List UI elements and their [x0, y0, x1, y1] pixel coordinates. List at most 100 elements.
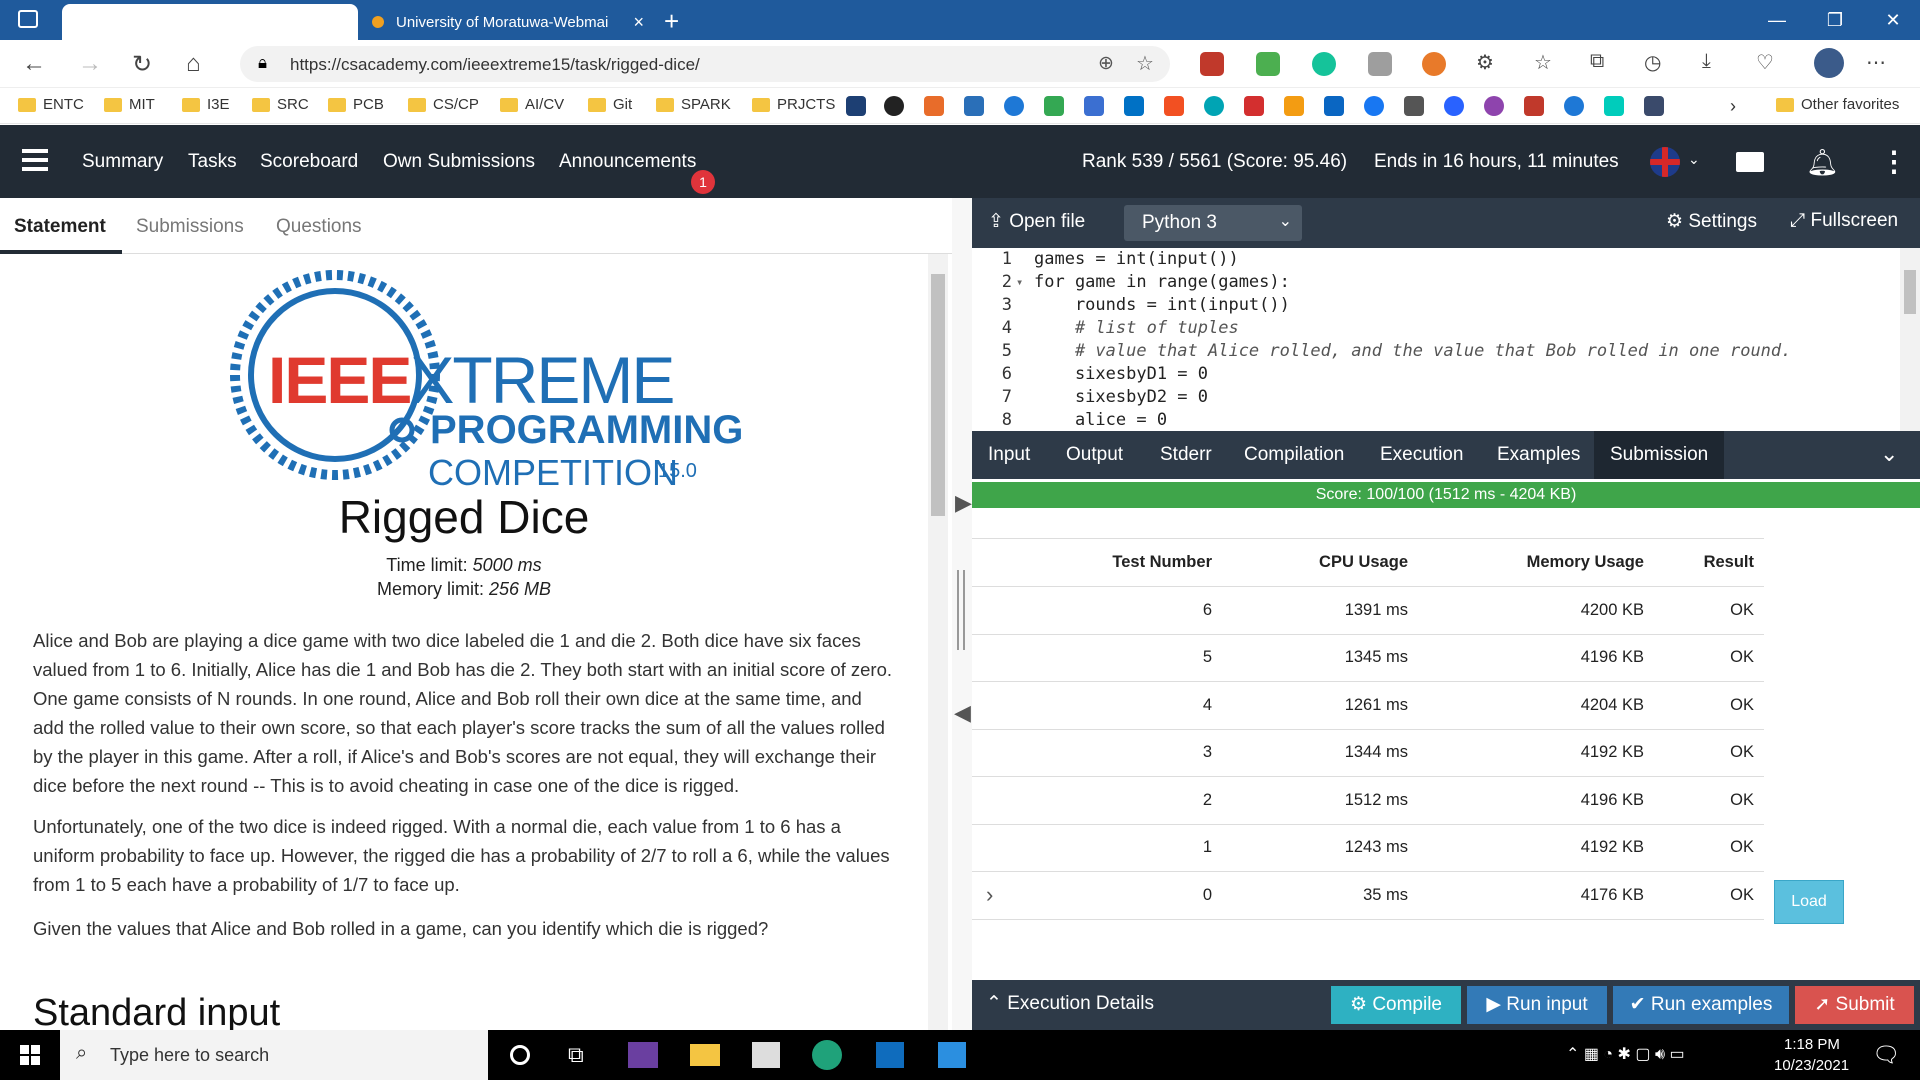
- scrollbar-thumb[interactable]: [1904, 270, 1916, 314]
- favorite-folder[interactable]: Git: [588, 96, 632, 113]
- minimize-icon[interactable]: —: [1748, 0, 1806, 40]
- home-icon[interactable]: ⌂: [186, 50, 201, 78]
- github-favicon-icon[interactable]: [884, 96, 904, 116]
- collapse-left-icon[interactable]: ◀: [954, 700, 971, 726]
- ublock-icon[interactable]: [1200, 52, 1224, 76]
- task-view-icon[interactable]: ⧉: [568, 1042, 584, 1068]
- favorite-folder[interactable]: ENTC: [18, 96, 84, 113]
- favorite-star-icon[interactable]: ☆: [1136, 51, 1154, 76]
- new-tab-button[interactable]: +: [664, 6, 679, 37]
- file-explorer-icon[interactable]: [690, 1044, 720, 1066]
- restore-icon[interactable]: ❐: [1806, 0, 1864, 40]
- gmail-favicon-icon[interactable]: [846, 96, 866, 116]
- facebook-favicon-icon[interactable]: [1364, 96, 1384, 116]
- notification-center-icon[interactable]: 🗨︎: [1872, 1042, 1900, 1068]
- browser-tab[interactable]: University of Moratuwa-Webmai ×: [360, 4, 656, 40]
- other-favorites-folder[interactable]: Other favorites: [1776, 96, 1899, 113]
- scrollbar-thumb[interactable]: [931, 274, 945, 516]
- execution-details-button[interactable]: ⌃ Execution Details: [986, 992, 1154, 1015]
- downloads-icon[interactable]: ⤓: [1702, 50, 1711, 73]
- favicon-blue-icon[interactable]: [1084, 96, 1104, 116]
- expand-row-icon[interactable]: ›: [986, 882, 993, 908]
- browser-essentials-icon[interactable]: ♡: [1756, 50, 1774, 75]
- researchgate-favicon-icon[interactable]: [1604, 96, 1624, 116]
- nav-summary[interactable]: Summary: [82, 151, 163, 173]
- settings-button[interactable]: ⚙ Settings: [1666, 210, 1757, 233]
- tab-questions[interactable]: Questions: [276, 216, 362, 238]
- forward-icon[interactable]: →: [78, 50, 102, 78]
- taskbar-search[interactable]: ⌕ Type here to search: [60, 1030, 488, 1080]
- favicon-c-icon[interactable]: [1444, 96, 1464, 116]
- address-bar[interactable]: 🔒︎ https://csacademy.com/ieeextreme15/ta…: [240, 46, 1170, 82]
- drive-favicon-icon[interactable]: [1044, 96, 1064, 116]
- fullscreen-button[interactable]: ⤢ Fullscreen: [1790, 210, 1898, 232]
- language-select[interactable]: Python 3 ⌄: [1124, 205, 1302, 241]
- linkedin-favicon-icon[interactable]: [1324, 96, 1344, 116]
- chevron-down-icon[interactable]: ⌄: [1688, 151, 1700, 168]
- vscode-icon[interactable]: [938, 1042, 966, 1068]
- favorite-folder[interactable]: SRC: [252, 96, 309, 113]
- mail-icon[interactable]: [1736, 152, 1764, 172]
- close-window-icon[interactable]: ✕: [1864, 0, 1920, 40]
- favorite-folder[interactable]: MIT: [104, 96, 155, 113]
- favorites-icon[interactable]: ☆: [1534, 50, 1552, 75]
- intel-favicon-icon[interactable]: [1124, 96, 1144, 116]
- favorite-folder[interactable]: I3E: [182, 96, 230, 113]
- browser-tab-active[interactable]: ⅄ Rigged Dice IEEEXtreme 15.0 ×: [62, 4, 358, 40]
- extensions-icon[interactable]: ⚙: [1476, 50, 1494, 75]
- collapse-right-icon[interactable]: ▶: [955, 490, 972, 516]
- app-matlab-icon[interactable]: [628, 1042, 658, 1068]
- microsoft-favicon-icon[interactable]: [1164, 96, 1184, 116]
- submit-button[interactable]: ➚ Submit: [1795, 986, 1914, 1024]
- tab-actions-icon[interactable]: [18, 10, 38, 28]
- tab-statement[interactable]: Statement: [14, 216, 106, 238]
- cortana-icon[interactable]: [510, 1045, 530, 1065]
- chevron-down-icon[interactable]: ⌄: [1880, 441, 1898, 467]
- fold-arrow-icon[interactable]: ▾: [1016, 271, 1023, 294]
- close-tab-icon[interactable]: ×: [335, 12, 346, 33]
- chevron-right-icon[interactable]: ›: [1730, 96, 1736, 117]
- outlook-icon[interactable]: [876, 1042, 904, 1068]
- clock-date[interactable]: 10/23/2021: [1774, 1057, 1849, 1074]
- edge-icon[interactable]: [812, 1040, 842, 1070]
- system-tray-icons[interactable]: ⌃ ▦ ◔ ✱ ▢ 🔊︎ ▭: [1566, 1044, 1685, 1064]
- sigma-favicon-icon[interactable]: [1244, 96, 1264, 116]
- more-vertical-icon[interactable]: ⋮: [1880, 145, 1908, 178]
- onedrive-favicon-icon[interactable]: [1004, 96, 1024, 116]
- favorite-folder[interactable]: PRJCTS: [752, 96, 835, 113]
- drag-handle[interactable]: [957, 570, 965, 650]
- nav-scoreboard[interactable]: Scoreboard: [260, 151, 358, 173]
- grammarly-icon[interactable]: [1312, 52, 1336, 76]
- open-file-button[interactable]: ⇪ Open file: [988, 210, 1085, 233]
- collections-icon[interactable]: ⧉: [1590, 50, 1604, 73]
- store-icon[interactable]: [752, 1042, 780, 1068]
- favorite-folder[interactable]: PCB: [328, 96, 384, 113]
- extension-owl-icon[interactable]: [1422, 52, 1446, 76]
- cloud-favicon-icon[interactable]: [1564, 96, 1584, 116]
- favicon-red-icon[interactable]: [1524, 96, 1544, 116]
- tab-submission[interactable]: Submission: [1594, 431, 1725, 479]
- more-menu-icon[interactable]: ⋯: [1866, 50, 1886, 75]
- statement-scrollbar[interactable]: [928, 254, 948, 1030]
- editor-scrollbar[interactable]: [1900, 248, 1920, 431]
- chart-favicon-icon[interactable]: [1284, 96, 1304, 116]
- panel-splitter[interactable]: ▶ ◀: [952, 198, 972, 1030]
- bell-icon[interactable]: 🔔︎: [1806, 147, 1839, 178]
- tab-examples[interactable]: Examples: [1497, 431, 1580, 479]
- kattis-favicon-icon[interactable]: [964, 96, 984, 116]
- run-examples-button[interactable]: ✔ Run examples: [1613, 986, 1789, 1024]
- clock-time[interactable]: 1:18 PM: [1784, 1036, 1840, 1053]
- history-icon[interactable]: ◷: [1644, 50, 1661, 75]
- tab-submissions[interactable]: Submissions: [136, 216, 244, 238]
- tab-compilation[interactable]: Compilation: [1244, 431, 1344, 479]
- java-favicon-icon[interactable]: [924, 96, 944, 116]
- tab-output[interactable]: Output: [1066, 431, 1123, 479]
- nav-tasks[interactable]: Tasks: [188, 151, 237, 173]
- close-tab-icon[interactable]: ×: [633, 12, 644, 33]
- favorite-folder[interactable]: CS/CP: [408, 96, 479, 113]
- windows-start-icon[interactable]: [20, 1045, 40, 1065]
- tab-stderr[interactable]: Stderr: [1160, 431, 1212, 479]
- hamburger-menu-icon[interactable]: [22, 149, 48, 171]
- extension-green-icon[interactable]: [1256, 52, 1280, 76]
- arm-favicon-icon[interactable]: [1204, 96, 1224, 116]
